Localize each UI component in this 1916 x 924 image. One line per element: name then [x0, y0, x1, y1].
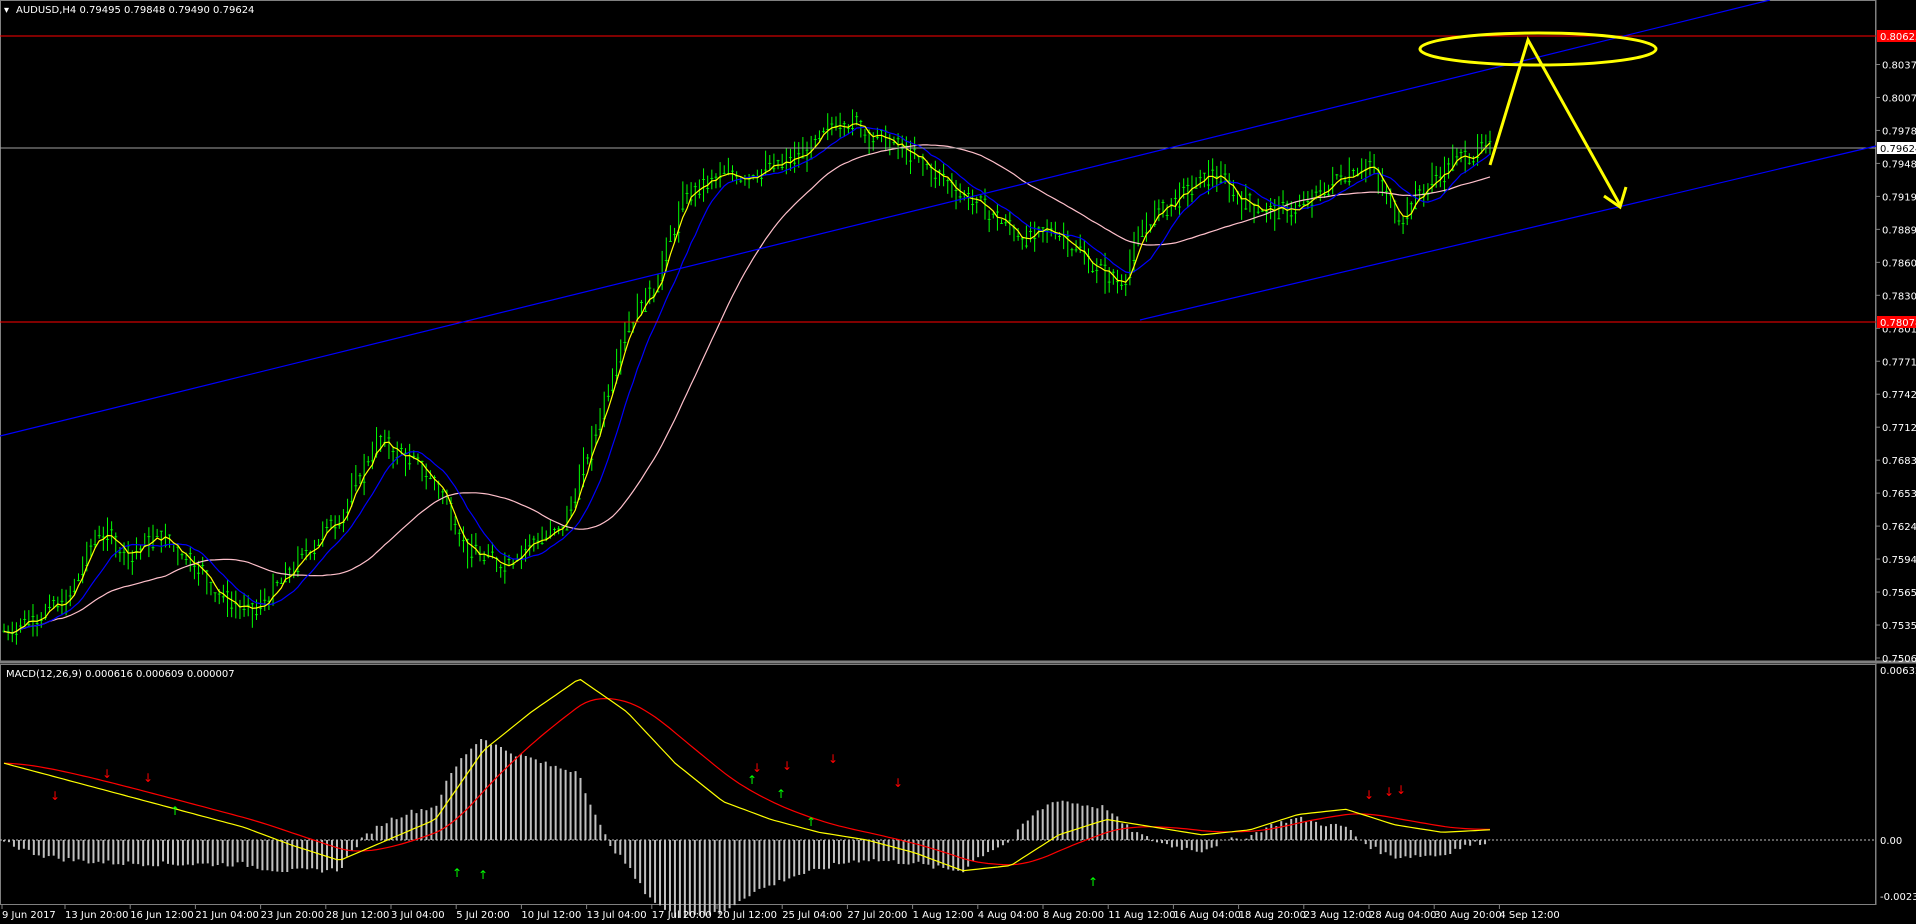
- sell-arrow-icon: ↓: [143, 771, 153, 785]
- time-label: 18 Aug 20:00: [1239, 910, 1306, 921]
- time-label: 23 Aug 12:00: [1304, 910, 1371, 921]
- sell-arrow-icon: ↓: [828, 752, 838, 766]
- time-label: 28 Aug 04:00: [1369, 910, 1436, 921]
- macd-series: [3, 678, 1491, 919]
- main-panel-frame: [0, 0, 1876, 663]
- macd-axis-max: 0.006328: [1880, 666, 1916, 677]
- time-label: 16 Aug 04:00: [1173, 910, 1240, 921]
- buy-arrow-icon: ↑: [1088, 875, 1098, 889]
- svg-text:0.80625: 0.80625: [1880, 32, 1916, 43]
- time-label: 4 Aug 04:00: [978, 910, 1039, 921]
- sell-arrow-icon: ↓: [782, 759, 792, 773]
- price-label: 0.78305: [1882, 291, 1916, 302]
- time-label: 13 Jun 20:00: [65, 910, 129, 921]
- sell-arrow-icon: ↓: [1364, 788, 1374, 802]
- price-label: 0.77125: [1882, 423, 1916, 434]
- price-label: 0.75945: [1882, 555, 1916, 566]
- buy-arrow-icon: ↑: [747, 773, 757, 787]
- price-label: 0.76535: [1882, 489, 1916, 500]
- time-label: 8 Aug 20:00: [1043, 910, 1104, 921]
- trading-chart[interactable]: ↓↓↓↓↓↓↓↓↓↓↑↑↑↑↑↑↑ 0.803700.800750.797800…: [0, 0, 1916, 924]
- resistance-tag: 0.80625: [1877, 30, 1916, 43]
- time-label: 28 Jun 12:00: [326, 910, 390, 921]
- sell-arrow-icon: ↓: [893, 776, 903, 790]
- time-label: 4 Sep 12:00: [1499, 910, 1559, 921]
- sell-arrow-icon: ↓: [1384, 785, 1394, 799]
- price-label: 0.77420: [1882, 390, 1916, 401]
- time-label: 11 Aug 12:00: [1108, 910, 1175, 921]
- price-label: 0.76240: [1882, 522, 1916, 533]
- time-label: 1 Aug 12:00: [913, 910, 974, 921]
- buy-arrow-icon: ↑: [806, 815, 816, 829]
- time-label: 27 Jul 20:00: [847, 910, 907, 921]
- buy-arrow-icon: ↑: [776, 787, 786, 801]
- buy-arrow-icon: ↑: [170, 804, 180, 818]
- symbol-dropdown-icon[interactable]: ▾: [4, 5, 9, 16]
- macd-axis-zero: 0.00: [1880, 836, 1902, 847]
- price-label: 0.77715: [1882, 357, 1916, 368]
- price-label: 0.76830: [1882, 456, 1916, 467]
- time-axis[interactable]: 9 Jun 2017 13 Jun 20:00 16 Jun 12:00 21 Jun…: [1, 905, 1560, 921]
- price-label: 0.80075: [1882, 93, 1916, 104]
- price-label: 0.79190: [1882, 192, 1916, 203]
- time-label: 21 Jun 04:00: [195, 910, 259, 921]
- macd-info: MACD(12,26,9) 0.000616 0.000609 0.000007: [6, 669, 235, 680]
- time-label: 3 Jul 04:00: [391, 910, 445, 921]
- macd-axis-min: -0.002327: [1880, 892, 1916, 903]
- time-label: 5 Jul 20:00: [456, 910, 510, 921]
- time-label: 9 Jun 2017: [2, 910, 56, 921]
- price-label: 0.75355: [1882, 621, 1916, 632]
- sell-arrow-icon: ↓: [50, 789, 60, 803]
- price-label: 0.80370: [1882, 61, 1916, 72]
- candlestick-series: [2, 109, 1492, 645]
- sell-arrow-icon: ↓: [102, 767, 112, 781]
- time-label: 16 Jun 12:00: [130, 910, 194, 921]
- support-tag: 0.78078: [1877, 316, 1916, 329]
- symbol-info: AUDUSD,H4 0.79495 0.79848 0.79490 0.7962…: [16, 5, 254, 16]
- time-label: 17 Jul 20:00: [652, 910, 712, 921]
- buy-arrow-icon: ↑: [452, 866, 462, 880]
- slow-ma-line: [3, 144, 1491, 634]
- time-label: 13 Jul 04:00: [587, 910, 647, 921]
- svg-text:0.79624: 0.79624: [1880, 144, 1916, 155]
- time-label: 10 Jul 12:00: [521, 910, 581, 921]
- price-label: 0.79780: [1882, 126, 1916, 137]
- channel-lower-line[interactable]: [1139, 145, 1877, 321]
- time-label: 23 Jun 20:00: [261, 910, 325, 921]
- buy-arrow-icon: ↑: [478, 868, 488, 882]
- price-label: 0.75060: [1882, 654, 1916, 665]
- price-label: 0.75650: [1882, 588, 1916, 599]
- svg-text:0.78078: 0.78078: [1880, 318, 1916, 329]
- price-label: 0.78600: [1882, 258, 1916, 269]
- price-label: 0.79485: [1882, 159, 1916, 170]
- sell-arrow-icon: ↓: [1396, 783, 1406, 797]
- time-label: 25 Jul 04:00: [782, 910, 842, 921]
- current-price-tag: 0.79624: [1877, 142, 1916, 155]
- moving-averages: [3, 123, 1491, 634]
- time-label: 20 Jul 12:00: [717, 910, 777, 921]
- price-label: 0.78895: [1882, 225, 1916, 236]
- time-label: 30 Aug 20:00: [1434, 910, 1501, 921]
